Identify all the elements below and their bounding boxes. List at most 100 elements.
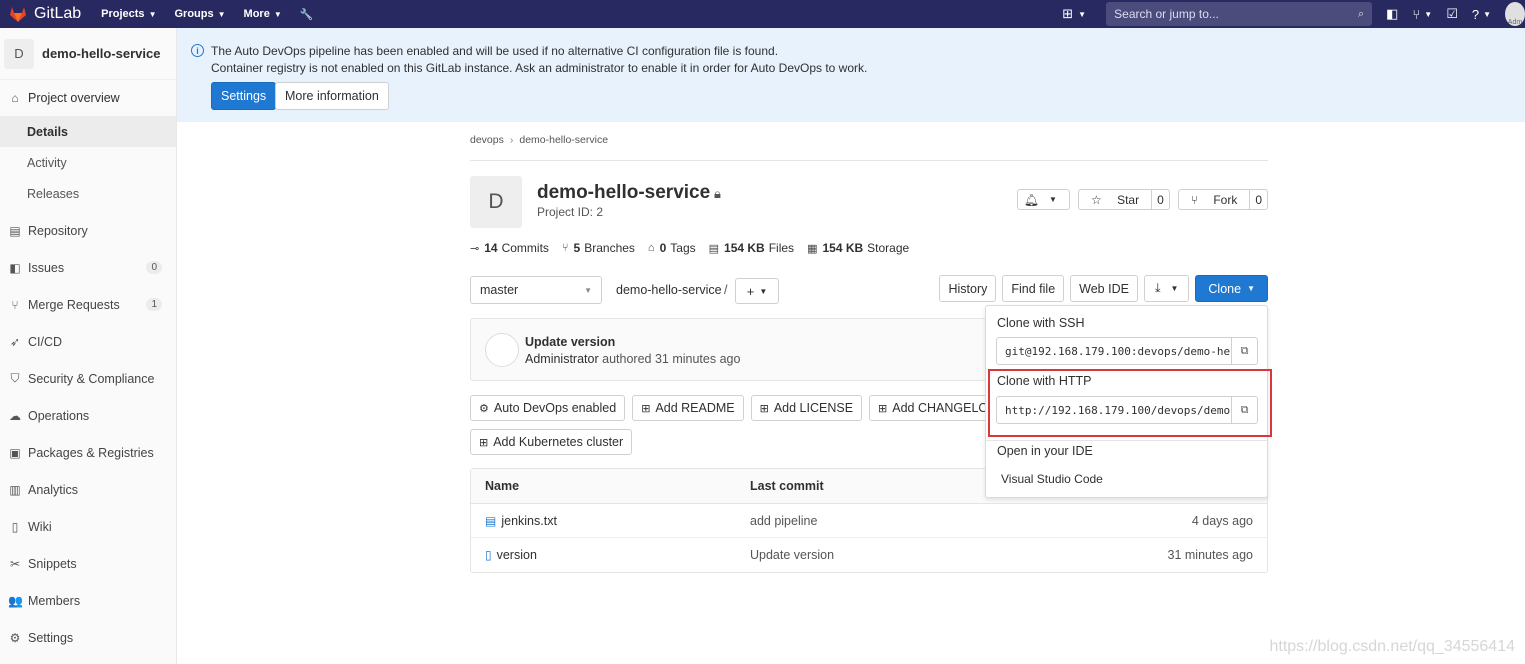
star-icon: ☆ xyxy=(1090,192,1102,207)
rocket-icon: ➶ xyxy=(9,334,21,349)
sidebar-project-header[interactable]: D demo-hello-service xyxy=(0,28,176,80)
branch-selector[interactable]: master ▼ xyxy=(470,276,602,304)
history-button[interactable]: History xyxy=(939,275,997,302)
clone-ssh-field[interactable]: git@192.168.179.100:devops/demo-he ⧉ xyxy=(996,337,1258,365)
file-last-commit[interactable]: add pipeline xyxy=(750,514,1150,528)
chart-icon: ▥ xyxy=(9,482,21,497)
nav-projects[interactable]: Projects ▼ xyxy=(101,8,156,20)
file-last-commit[interactable]: Update version xyxy=(750,548,1150,562)
table-row[interactable]: ▤ jenkins.txt add pipeline 4 days ago xyxy=(471,504,1267,538)
breadcrumb-group[interactable]: devops xyxy=(470,134,504,146)
book-icon: ▯ xyxy=(11,519,19,534)
breadcrumb-project[interactable]: demo-hello-service xyxy=(519,134,608,146)
fork-button[interactable]: ⑂ Fork 0 xyxy=(1177,189,1268,210)
clone-button[interactable]: Clone ▼ xyxy=(1195,275,1268,302)
file-date: 4 days ago xyxy=(1191,513,1253,528)
tag-icon: ⌂ xyxy=(647,242,655,254)
chevron-down-icon: ▼ xyxy=(584,285,592,295)
gear-icon: ⚙ xyxy=(9,630,21,645)
sidebar-subitem-activity[interactable]: Activity xyxy=(0,147,176,178)
user-avatar[interactable]: Adm xyxy=(1505,2,1525,26)
add-kubernetes-cluster-button[interactable]: ⊞ Add Kubernetes cluster xyxy=(470,429,633,455)
gitlab-logo[interactable]: GitLab xyxy=(8,4,81,24)
more-information-button[interactable]: More information xyxy=(275,82,389,110)
sidebar-item-members[interactable]: 👥 Members xyxy=(0,582,176,619)
fork-icon: ⑂ xyxy=(1190,192,1198,207)
project-avatar: D xyxy=(4,38,34,69)
bell-icon: 🔔︎ ▼ xyxy=(1023,192,1057,207)
sidebar-item-settings[interactable]: ⚙ Settings xyxy=(0,619,176,656)
chevron-down-icon: ▼ xyxy=(1170,284,1179,293)
auto-devops-enabled-button[interactable]: ⚙ Auto DevOps enabled xyxy=(470,395,626,421)
sidebar-subitem-details[interactable]: Details xyxy=(0,116,176,147)
cloud-icon: ☁ xyxy=(9,408,21,423)
stat-storage[interactable]: ▦ 154 KB Storage xyxy=(807,241,909,255)
todos-icon[interactable]: ☑ xyxy=(1446,6,1458,22)
help-icon[interactable]: ? ▼ xyxy=(1472,7,1491,22)
star-button[interactable]: ☆ Star 0 xyxy=(1077,189,1170,210)
sidebar-item-project-overview[interactable]: ⌂ Project overview xyxy=(0,80,176,116)
add-readme-button[interactable]: ⊞ Add README xyxy=(632,395,744,421)
sidebar-item-cicd[interactable]: ➶ CI/CD xyxy=(0,323,176,360)
sidebar-subitem-releases[interactable]: Releases xyxy=(0,178,176,209)
add-to-tree-button[interactable]: + ▼ xyxy=(735,278,779,304)
commit-author-avatar[interactable] xyxy=(485,333,519,367)
sidebar-item-operations[interactable]: ☁ Operations xyxy=(0,397,176,434)
notification-button[interactable]: 🔔︎ ▼ xyxy=(1016,189,1070,210)
search-input[interactable]: Search or jump to... ⌕ xyxy=(1106,2,1373,26)
home-icon: ⌂ xyxy=(11,91,19,105)
stat-commits[interactable]: ⊸ 14 Commits xyxy=(470,241,549,255)
new-dropdown-button[interactable]: ⊞ ▼ xyxy=(1056,4,1092,24)
repo-path[interactable]: demo-hello-service xyxy=(616,283,722,297)
chevron-down-icon: ▼ xyxy=(217,9,226,19)
gear-icon: ⚙ xyxy=(479,402,489,415)
package-icon: ▣ xyxy=(9,445,21,460)
project-title: demo-hello-service xyxy=(537,182,711,203)
table-row[interactable]: ▯ version Update version 31 minutes ago xyxy=(471,538,1267,572)
copy-icon[interactable]: ⧉ xyxy=(1231,338,1257,364)
sidebar-item-analytics[interactable]: ▥ Analytics xyxy=(0,471,176,508)
find-file-button[interactable]: Find file xyxy=(1002,275,1065,302)
tanuki-icon xyxy=(10,7,26,22)
plus-square-icon: ⊞ xyxy=(1062,6,1074,21)
sidebar-item-snippets[interactable]: ✂ Snippets xyxy=(0,545,176,582)
stat-tags[interactable]: ⌂ 0 Tags xyxy=(648,241,696,255)
stat-branches[interactable]: ⑂ 5 Branches xyxy=(562,241,635,255)
stat-files[interactable]: ▤ 154 KB Files xyxy=(709,241,794,255)
open-in-vscode-item[interactable]: Visual Studio Code xyxy=(1001,472,1103,486)
users-icon: 👥 xyxy=(8,593,23,608)
sidebar-item-security[interactable]: ⛉ Security & Compliance xyxy=(0,360,176,397)
watermark: https://blog.csdn.net/qq_34556414 xyxy=(1269,638,1515,655)
download-icon: ⤓ xyxy=(1154,281,1161,295)
file-name[interactable]: jenkins.txt xyxy=(501,514,557,528)
sidebar-item-packages[interactable]: ▣ Packages & Registries xyxy=(0,434,176,471)
download-button[interactable]: ⤓ ▼ xyxy=(1143,275,1190,302)
doc-icon: ▤ xyxy=(9,223,21,238)
web-ide-button[interactable]: Web IDE xyxy=(1070,275,1138,302)
commit-title[interactable]: Update version xyxy=(525,335,615,349)
file-date: 31 minutes ago xyxy=(1167,548,1253,562)
nav-groups[interactable]: Groups ▼ xyxy=(174,8,225,20)
commit-meta: Administrator authored 31 minutes ago xyxy=(525,352,741,366)
info-icon: i xyxy=(191,44,204,57)
shield-icon: ⛉ xyxy=(10,371,20,385)
file-name[interactable]: version xyxy=(497,548,537,562)
sidebar-item-merge-requests[interactable]: ⑂ Merge Requests 1 xyxy=(0,286,176,323)
admin-wrench-icon[interactable]: 🔧 xyxy=(300,8,314,21)
lock-icon: 🔒︎ xyxy=(714,186,721,201)
sidebar-item-issues[interactable]: ◧ Issues 0 xyxy=(0,249,176,286)
sidebar-item-repository[interactable]: ▤ Repository xyxy=(0,212,176,249)
highlight-box xyxy=(988,369,1272,437)
sidebar-item-wiki[interactable]: ▯ Wiki xyxy=(0,508,176,545)
merge-requests-nav-icon[interactable]: ⑂ ▼ xyxy=(1412,7,1432,22)
clone-ssh-label: Clone with SSH xyxy=(997,316,1085,330)
add-license-button[interactable]: ⊞ Add LICENSE xyxy=(750,395,863,421)
plus-square-icon: ⊞ xyxy=(878,402,888,415)
clone-ssh-url[interactable]: git@192.168.179.100:devops/demo-he xyxy=(997,338,1231,364)
settings-button[interactable]: Settings xyxy=(211,82,277,110)
commit-author[interactable]: Administrator xyxy=(525,352,599,366)
issues-nav-icon[interactable]: ◧ xyxy=(1386,6,1398,22)
top-navbar: GitLab Projects ▼ Groups ▼ More ▼ 🔧 ⊞ ▼ Sear… xyxy=(0,0,1525,28)
nav-more[interactable]: More ▼ xyxy=(244,8,282,20)
open-in-ide-label: Open in your IDE xyxy=(997,444,1093,458)
